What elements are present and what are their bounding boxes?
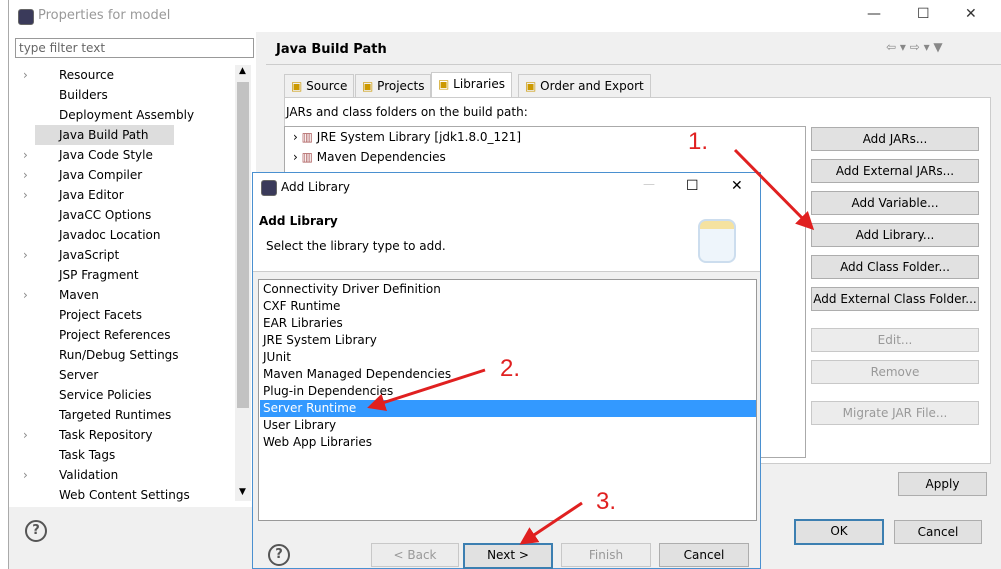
arrow-1	[733, 148, 815, 231]
arrow-2	[367, 368, 486, 411]
annotation-arrows	[367, 148, 815, 545]
arrow-3	[519, 501, 583, 545]
